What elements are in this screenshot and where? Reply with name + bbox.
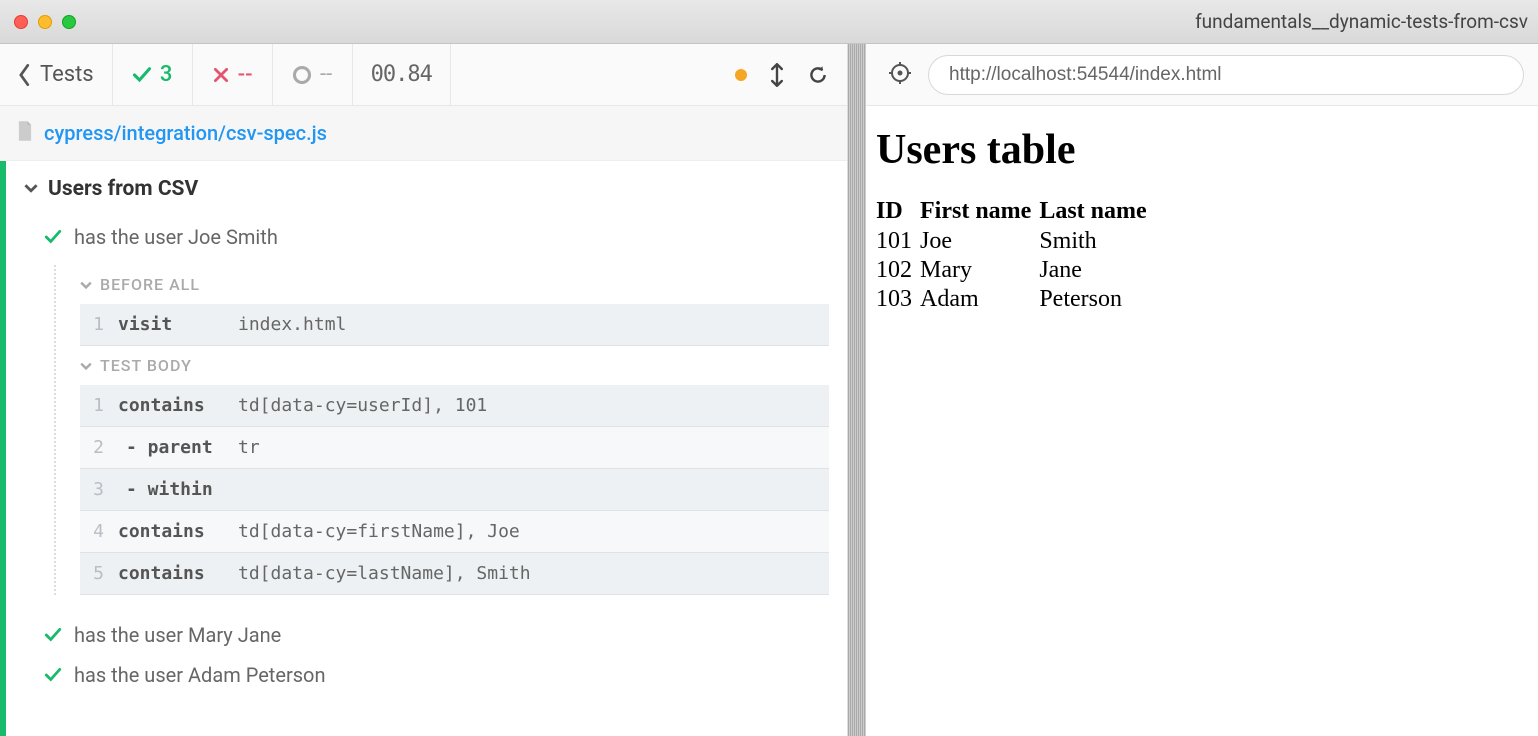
users-table: ID First name Last name 101JoeSmith102Ma… — [876, 196, 1155, 314]
command-row[interactable]: 1containstd[data-cy=userId], 101 — [80, 385, 829, 427]
table-row: 103AdamPeterson — [876, 285, 1155, 314]
command-args: td[data-cy=userId], 101 — [232, 385, 829, 426]
command-row[interactable]: 5containstd[data-cy=lastName], Smith — [80, 553, 829, 595]
command-row[interactable]: 3- within — [80, 469, 829, 511]
command-row[interactable]: 1visitindex.html — [80, 304, 829, 346]
test-body-label[interactable]: TEST BODY — [80, 346, 829, 385]
test-title: has the user Joe Smith — [74, 225, 278, 249]
check-icon — [44, 666, 62, 684]
table-header-row: ID First name Last name — [876, 196, 1155, 227]
table-cell: Joe — [920, 227, 1039, 256]
minimize-icon[interactable] — [38, 15, 52, 29]
command-name: visit — [112, 304, 232, 345]
pending-count: -- — [273, 44, 353, 105]
selector-playground-icon[interactable] — [888, 61, 912, 89]
test-row[interactable]: has the user Joe Smith — [24, 217, 829, 257]
command-number: 3 — [80, 479, 112, 500]
table-cell: Mary — [920, 256, 1039, 285]
test-title: has the user Adam Peterson — [74, 663, 326, 687]
table-cell: 101 — [876, 227, 920, 256]
command-name: - parent — [112, 427, 232, 468]
passed-count: 3 — [113, 44, 193, 105]
window-titlebar: fundamentals__dynamic-tests-from-csv — [0, 0, 1538, 44]
close-icon[interactable] — [14, 15, 28, 29]
status-dot-icon — [735, 69, 747, 81]
elapsed-time: 00.84 — [353, 44, 451, 105]
suite-title[interactable]: Users from CSV — [24, 177, 829, 201]
table-row: 101JoeSmith — [876, 227, 1155, 256]
command-row[interactable]: 4containstd[data-cy=firstName], Joe — [80, 511, 829, 553]
chevron-left-icon — [18, 64, 32, 86]
command-name: - within — [112, 469, 232, 510]
table-cell: 103 — [876, 285, 920, 314]
table-row: 102MaryJane — [876, 256, 1155, 285]
chevron-down-icon — [24, 177, 38, 201]
reporter-stats-bar: Tests 3 -- -- 00.84 — [0, 44, 847, 106]
command-row[interactable]: 2- parenttr — [80, 427, 829, 469]
aut-content: Users table ID First name Last name 101J… — [866, 106, 1538, 736]
circle-icon — [292, 65, 312, 85]
command-number: 4 — [80, 521, 112, 542]
column-header: ID — [876, 196, 920, 227]
check-icon — [132, 65, 152, 85]
tests-label: Tests — [40, 62, 94, 87]
reporter-pane: Tests 3 -- -- 00.84 — [0, 44, 848, 736]
commands-container: BEFORE ALL 1visitindex.html TEST BODY 1c… — [54, 265, 829, 595]
command-args — [232, 480, 829, 500]
reporter-controls — [717, 44, 847, 105]
chevron-down-icon — [80, 360, 92, 372]
test-row[interactable]: has the user Adam Peterson — [24, 655, 829, 695]
url-input[interactable] — [928, 55, 1524, 95]
spec-file-path[interactable]: cypress/integration/csv-spec.js — [44, 121, 327, 145]
table-cell: 102 — [876, 256, 920, 285]
command-name: contains — [112, 385, 232, 426]
table-cell: Adam — [920, 285, 1039, 314]
chevron-down-icon — [80, 279, 92, 291]
command-args: td[data-cy=firstName], Joe — [232, 511, 829, 552]
table-cell: Smith — [1039, 227, 1154, 256]
command-number: 1 — [80, 314, 112, 335]
test-title: has the user Mary Jane — [74, 623, 281, 647]
spacer — [451, 44, 717, 105]
aut-pane: Users table ID First name Last name 101J… — [866, 44, 1538, 736]
command-number: 5 — [80, 563, 112, 584]
tests-back-button[interactable]: Tests — [0, 44, 113, 105]
command-name: contains — [112, 553, 232, 594]
table-cell: Peterson — [1039, 285, 1154, 314]
command-args: td[data-cy=lastName], Smith — [232, 553, 829, 594]
page-heading: Users table — [876, 126, 1528, 174]
command-number: 2 — [80, 437, 112, 458]
x-icon — [212, 66, 230, 84]
command-number: 1 — [80, 395, 112, 416]
failed-count: -- — [193, 44, 273, 105]
traffic-lights — [14, 15, 76, 29]
command-args: index.html — [232, 304, 829, 345]
check-icon — [44, 626, 62, 644]
maximize-icon[interactable] — [62, 15, 76, 29]
pane-resize-handle[interactable] — [848, 44, 866, 736]
check-icon — [44, 228, 62, 246]
rerun-icon[interactable] — [807, 64, 829, 86]
window-title: fundamentals__dynamic-tests-from-csv — [1195, 10, 1528, 33]
command-args: tr — [232, 427, 829, 468]
file-icon — [16, 120, 34, 146]
column-header: Last name — [1039, 196, 1154, 227]
scroll-lock-icon[interactable] — [769, 63, 785, 87]
table-cell: Jane — [1039, 256, 1154, 285]
spec-file-header[interactable]: cypress/integration/csv-spec.js — [0, 106, 847, 161]
column-header: First name — [920, 196, 1039, 227]
tests-body: Users from CSV has the user Joe Smith BE… — [0, 161, 847, 736]
test-row[interactable]: has the user Mary Jane — [24, 615, 829, 655]
before-all-label[interactable]: BEFORE ALL — [80, 265, 829, 304]
aut-url-bar — [866, 44, 1538, 106]
command-name: contains — [112, 511, 232, 552]
